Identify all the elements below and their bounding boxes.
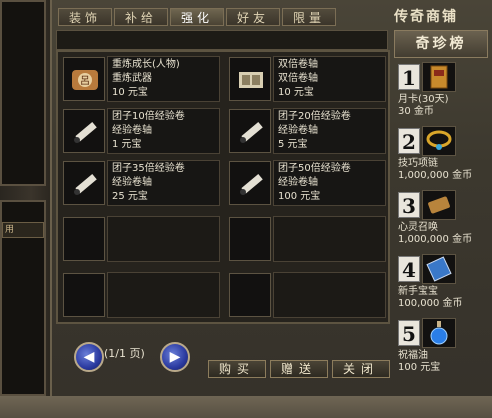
item-name: 团子10倍经验卷 bbox=[112, 111, 185, 122]
left-panel-fragment bbox=[0, 0, 46, 186]
background-left-panel: 用 bbox=[0, 0, 52, 418]
ranking-item-name: 祝福油 bbox=[398, 350, 428, 361]
item-desc: 双倍卷轴 bbox=[278, 73, 318, 84]
ranking-item-name: 新手宝宝 bbox=[398, 286, 438, 297]
card-icon bbox=[422, 62, 456, 92]
action-buttons: 购买 赠送 关闭 bbox=[208, 360, 390, 378]
item-info: 双倍卷轴 双倍卷轴 10 元宝 bbox=[273, 56, 386, 102]
empty-item-slot[interactable] bbox=[60, 214, 222, 264]
rank-number: 4 bbox=[398, 256, 420, 282]
empty-item-slot[interactable] bbox=[226, 270, 388, 320]
item-price: 25 元宝 bbox=[112, 191, 148, 202]
item-desc: 经验卷轴 bbox=[278, 177, 318, 188]
exp-scroll-icon bbox=[229, 109, 271, 153]
shop-item-cell[interactable]: 双倍卷轴 双倍卷轴 10 元宝 bbox=[226, 54, 388, 104]
svg-text:呂: 呂 bbox=[80, 75, 90, 87]
shop-item-cell[interactable]: 团子20倍经验卷 经验卷轴 5 元宝 bbox=[226, 106, 388, 156]
tab-supply[interactable]: 补给 bbox=[114, 8, 168, 26]
item-info: 团子50倍经验卷 经验卷轴 100 元宝 bbox=[273, 160, 386, 206]
next-page-button[interactable]: ▶ bbox=[160, 342, 190, 372]
close-button[interactable]: 关闭 bbox=[332, 360, 390, 378]
ranking-item[interactable]: 4 新手宝宝 100,000 金币 bbox=[394, 252, 488, 312]
exp-scroll-icon bbox=[229, 161, 271, 205]
buy-button[interactable]: 购买 bbox=[208, 360, 266, 378]
item-desc: 重炼武器 bbox=[112, 73, 152, 84]
item-name: 团子50倍经验卷 bbox=[278, 163, 351, 174]
necklace-icon bbox=[422, 126, 456, 156]
item-grid: 呂 重炼成长(人物) 重炼武器 10 元宝 双倍卷轴 双倍卷轴 10 元宝 团子… bbox=[56, 50, 390, 324]
rank-number: 5 bbox=[398, 320, 420, 346]
item-name: 团子20倍经验卷 bbox=[278, 111, 351, 122]
arrow-right-icon: ▶ bbox=[169, 349, 181, 365]
exp-scroll-icon bbox=[63, 161, 105, 205]
arrow-left-icon: ◀ bbox=[83, 349, 95, 365]
ranking-item-name: 心灵召唤 bbox=[398, 222, 438, 233]
ranking-item[interactable]: 2 技巧项链 1,000,000 金币 bbox=[394, 124, 488, 184]
shop-item-cell[interactable]: 团子10倍经验卷 经验卷轴 1 元宝 bbox=[60, 106, 222, 156]
empty-item-info bbox=[107, 272, 220, 318]
tab-enhance[interactable]: 强化 bbox=[170, 8, 224, 26]
double-scroll-icon bbox=[229, 57, 271, 101]
empty-slot-icon bbox=[63, 217, 105, 261]
left-panel-handle: 用 bbox=[2, 222, 44, 238]
item-desc: 经验卷轴 bbox=[278, 125, 318, 136]
summon-scroll-icon bbox=[422, 190, 456, 220]
empty-item-slot[interactable] bbox=[226, 214, 388, 264]
ranking-item[interactable]: 1 月卡(30天) 30 金币 bbox=[394, 60, 488, 120]
ranking-item-name: 月卡(30天) bbox=[398, 94, 449, 105]
item-desc: 经验卷轴 bbox=[112, 125, 152, 136]
ranking-item[interactable]: 5 祝福油 100 元宝 bbox=[394, 316, 488, 376]
item-price: 100 元宝 bbox=[278, 191, 321, 202]
ranking-item-price: 30 金币 bbox=[398, 106, 434, 117]
empty-slot-icon bbox=[63, 273, 105, 317]
ranking-item-name: 技巧项链 bbox=[398, 158, 438, 169]
item-info: 团子10倍经验卷 经验卷轴 1 元宝 bbox=[107, 108, 220, 154]
background-floor bbox=[0, 396, 492, 418]
item-price: 1 元宝 bbox=[112, 139, 142, 150]
item-price: 5 元宝 bbox=[278, 139, 308, 150]
tab-limited[interactable]: 限量 bbox=[282, 8, 336, 26]
empty-item-info bbox=[107, 216, 220, 262]
gift-button[interactable]: 赠送 bbox=[270, 360, 328, 378]
rank-number: 3 bbox=[398, 192, 420, 218]
exp-scroll-icon bbox=[63, 109, 105, 153]
empty-slot-icon bbox=[229, 217, 271, 261]
rank-number: 1 bbox=[398, 64, 420, 90]
potion-icon bbox=[422, 318, 456, 348]
tab-decoration[interactable]: 装饰 bbox=[58, 8, 112, 26]
item-name: 双倍卷轴 bbox=[278, 59, 318, 70]
empty-item-info bbox=[273, 272, 386, 318]
item-price: 10 元宝 bbox=[112, 87, 148, 98]
shop-title: 传奇商铺 bbox=[394, 9, 458, 25]
search-bar-area bbox=[56, 30, 388, 50]
shop-item-cell[interactable]: 团子35倍经验卷 经验卷轴 25 元宝 bbox=[60, 158, 222, 208]
empty-slot-icon bbox=[229, 273, 271, 317]
ranking-item-price: 1,000,000 金币 bbox=[398, 234, 473, 245]
ranking-item[interactable]: 3 心灵召唤 1,000,000 金币 bbox=[394, 188, 488, 248]
ranking-item-price: 1,000,000 金币 bbox=[398, 170, 473, 181]
item-price: 10 元宝 bbox=[278, 87, 314, 98]
item-name: 团子35倍经验卷 bbox=[112, 163, 185, 174]
prev-page-button[interactable]: ◀ bbox=[74, 342, 104, 372]
item-info: 团子20倍经验卷 经验卷轴 5 元宝 bbox=[273, 108, 386, 154]
item-name: 重炼成长(人物) bbox=[112, 59, 180, 70]
ranking-panel: 奇珍榜 1 月卡(30天) 30 金币 2 技巧项链 1,000,000 金币 … bbox=[394, 30, 488, 418]
ranking-item-price: 100,000 金币 bbox=[398, 298, 463, 309]
scroll-seal-icon: 呂 bbox=[63, 57, 105, 101]
rank-number: 2 bbox=[398, 128, 420, 154]
ranking-title: 奇珍榜 bbox=[394, 30, 488, 58]
empty-item-slot[interactable] bbox=[60, 270, 222, 320]
item-desc: 经验卷轴 bbox=[112, 177, 152, 188]
ranking-item-price: 100 元宝 bbox=[398, 362, 441, 373]
empty-item-info bbox=[273, 216, 386, 262]
item-info: 团子35倍经验卷 经验卷轴 25 元宝 bbox=[107, 160, 220, 206]
pagination: ◀ (1/1 页) ▶ bbox=[56, 326, 390, 388]
shop-tabs: 装饰 补给 强化 好友 限量 bbox=[58, 8, 336, 28]
shop-item-cell[interactable]: 团子50倍经验卷 经验卷轴 100 元宝 bbox=[226, 158, 388, 208]
treasure-scroll-icon bbox=[422, 254, 456, 284]
tab-friends[interactable]: 好友 bbox=[226, 8, 280, 26]
item-info: 重炼成长(人物) 重炼武器 10 元宝 bbox=[107, 56, 220, 102]
shop-item-cell[interactable]: 呂 重炼成长(人物) 重炼武器 10 元宝 bbox=[60, 54, 222, 104]
